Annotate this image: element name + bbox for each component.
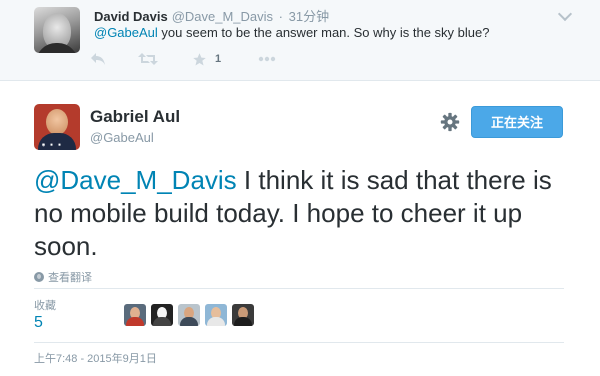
liker-avatar[interactable] <box>232 304 254 326</box>
favorited-by-avatars <box>124 304 259 326</box>
favorites-label: 收藏 <box>34 300 56 312</box>
main-mention-link[interactable]: @Dave_M_Davis <box>34 165 237 195</box>
globe-icon <box>34 272 44 282</box>
main-tweet-text: @Dave_M_Davis I think it is sad that the… <box>34 164 574 263</box>
retweet-button[interactable] <box>138 50 158 68</box>
reply-tweet-text: @GabeAul you seem to be the answer man. … <box>94 25 489 40</box>
more-dots-icon <box>258 56 276 62</box>
avatar-shoulders <box>36 43 78 53</box>
liker-avatar[interactable] <box>205 304 227 326</box>
main-author-avatar[interactable]: ◉ ▪ ▪ <box>34 104 80 150</box>
reply-mention-link[interactable]: @GabeAul <box>94 25 158 40</box>
reply-time[interactable]: 31分钟 <box>289 9 329 24</box>
liker-avatar[interactable] <box>151 304 173 326</box>
reply-author-avatar[interactable] <box>34 7 80 53</box>
chevron-down-icon[interactable] <box>557 6 573 22</box>
avatar-head <box>46 109 68 135</box>
favorite-button[interactable]: 1 <box>192 50 221 68</box>
reply-text-body: you seem to be the answer man. So why is… <box>157 25 490 40</box>
divider <box>34 342 564 343</box>
more-button[interactable] <box>258 50 276 68</box>
main-author-handle[interactable]: @GabeAul <box>90 130 154 145</box>
reply-icon <box>91 53 105 65</box>
reply-author-name[interactable]: David Davis <box>94 9 168 24</box>
favorites-count: 5 <box>34 314 43 331</box>
star-icon <box>193 52 206 65</box>
liker-body <box>153 317 171 326</box>
separator-dot: · <box>278 9 284 24</box>
tweet-timestamp[interactable]: 上午7:48 - 2015年9月1日 <box>34 350 157 366</box>
favorite-count: 1 <box>215 53 222 65</box>
liker-body <box>180 317 198 326</box>
liker-avatar[interactable] <box>124 304 146 326</box>
liker-body <box>207 317 225 326</box>
liker-body <box>126 317 144 326</box>
divider <box>34 288 564 289</box>
translate-link[interactable]: 查看翻译 <box>34 269 92 285</box>
gear-icon[interactable] <box>440 112 460 132</box>
reply-author-line: David Davis @Dave_M_Davis · 31分钟 <box>94 6 329 25</box>
translate-label: 查看翻译 <box>48 272 92 284</box>
main-author-name[interactable]: Gabriel Aul <box>90 107 180 127</box>
liker-body <box>234 317 252 326</box>
reply-tweet[interactable]: David Davis @Dave_M_Davis · 31分钟 @GabeAul… <box>0 0 600 81</box>
reply-author-handle[interactable]: @Dave_M_Davis <box>172 9 273 24</box>
following-button[interactable]: 正在关注 <box>471 106 563 138</box>
retweet-icon <box>138 53 158 65</box>
liker-avatar[interactable] <box>178 304 200 326</box>
favorites-stat[interactable]: 收藏 5 <box>34 297 56 332</box>
reply-button[interactable] <box>90 50 106 68</box>
avatar-logo: ◉ ▪ ▪ <box>42 142 63 148</box>
